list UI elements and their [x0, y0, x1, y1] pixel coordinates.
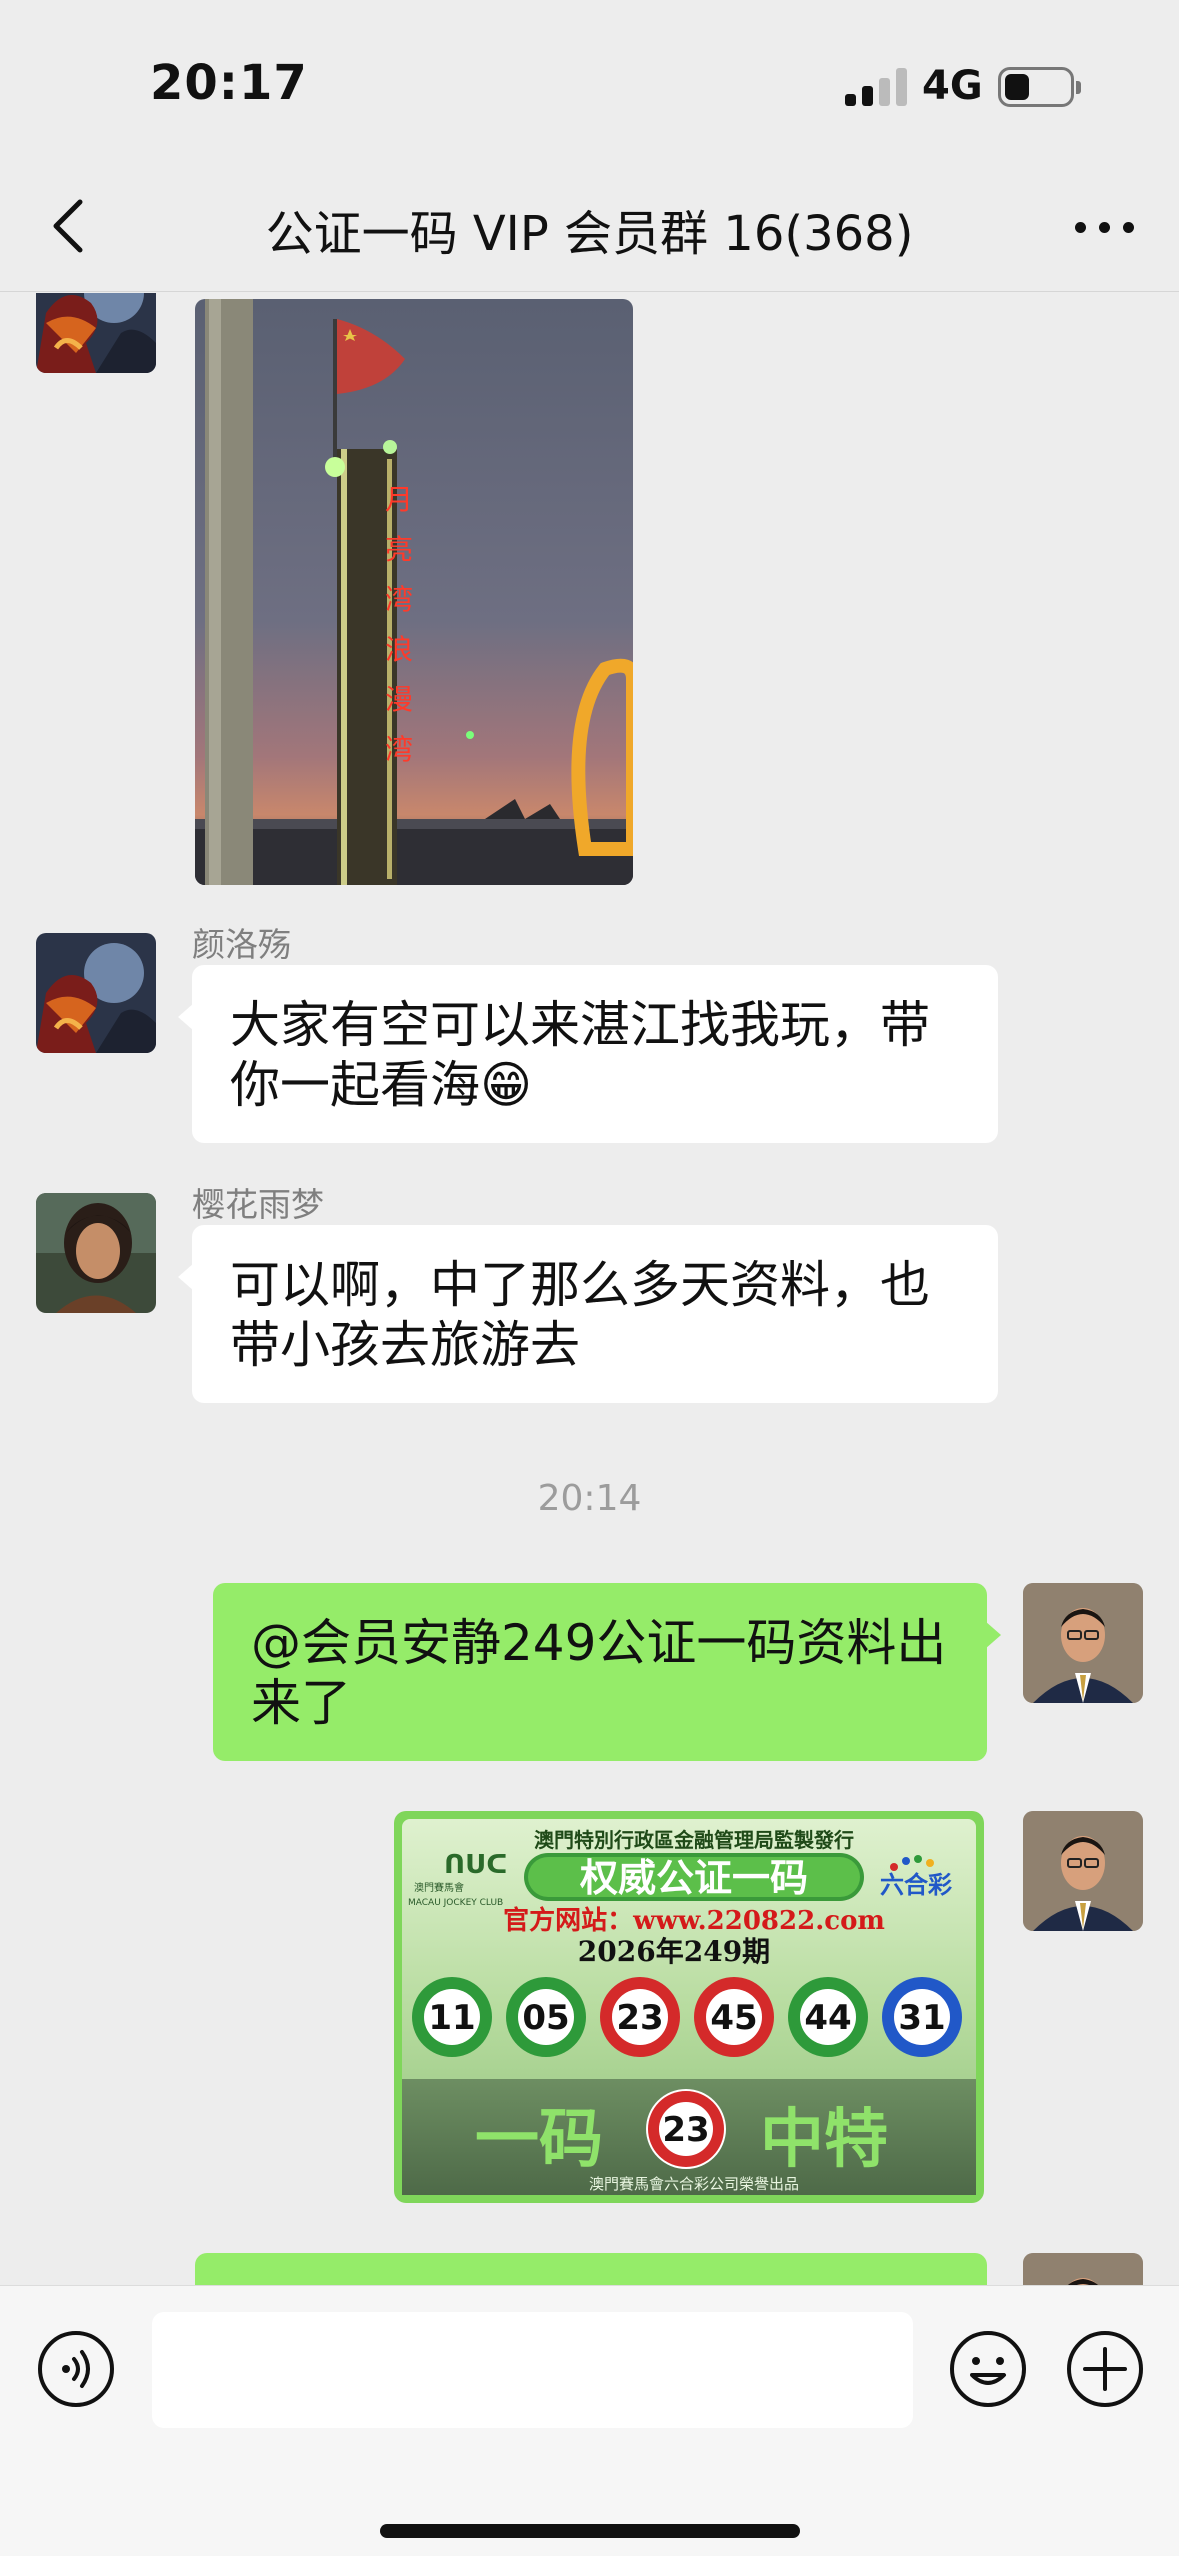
poster-top-line: 澳門特別行政區金融管理局監製發行	[534, 1828, 854, 1852]
emoji-icon	[950, 2331, 1026, 2407]
svg-text:月: 月	[385, 483, 413, 516]
man-in-suit-avatar	[1023, 1583, 1143, 1703]
poster-headline: 权威公证一码	[579, 1856, 808, 1900]
girl-portrait-avatar	[36, 1193, 156, 1313]
number-ball: 45	[694, 1977, 774, 2057]
message-bubble[interactable]: 大家有空可以来湛江找我玩，带你一起看海😁	[178, 965, 998, 1143]
special-number-ball: 23	[646, 2089, 726, 2169]
battery-icon	[998, 67, 1081, 107]
number-ball: 23	[600, 1977, 680, 2057]
more-dots-icon	[1075, 222, 1086, 233]
network-type: 4G	[922, 63, 983, 109]
chat-title: 公证一码 VIP 会员群 16(368)	[265, 206, 914, 262]
avatar[interactable]	[1023, 1811, 1143, 1931]
ball-number: 05	[522, 1998, 569, 2038]
chat-header: 公证一码 VIP 会员群 16(368)	[0, 160, 1179, 292]
message-bubble[interactable]: 可以啊，中了那么多天资料，也带小孩去旅游去	[178, 1225, 998, 1403]
signal-strength-icon	[845, 68, 907, 106]
svg-text:ᑎᑌᑕ: ᑎᑌᑕ	[444, 1850, 507, 1880]
timestamp: 20:14	[537, 1478, 642, 1519]
ball-number: 31	[898, 1998, 945, 2038]
more-functions-button[interactable]	[1065, 2329, 1145, 2409]
svg-text:浪: 浪	[385, 633, 413, 666]
chevron-left-icon	[53, 199, 83, 253]
shared-photo[interactable]: 月 亮 湾 浪 漫 湾	[195, 299, 633, 885]
avatar[interactable]	[36, 1193, 156, 1313]
avatar[interactable]	[36, 933, 156, 1053]
status-bar: 20:17 4G	[0, 0, 1179, 160]
voice-icon	[38, 2331, 114, 2407]
avatar[interactable]	[1023, 1583, 1143, 1703]
svg-text:23: 23	[662, 2110, 709, 2150]
number-ball: 31	[882, 1977, 962, 2057]
poster-special-right: 中特	[760, 2103, 888, 2177]
sender-name: 颜洛殇	[192, 925, 291, 964]
number-ball: 44	[788, 1977, 868, 2057]
ball-number: 44	[804, 1998, 851, 2038]
svg-text:澳門賽馬會: 澳門賽馬會	[414, 1881, 464, 1894]
svg-text:湾: 湾	[385, 733, 413, 766]
svg-text:湾: 湾	[385, 583, 413, 616]
lottery-poster: 澳門特別行政區金融管理局監製發行 ᑎᑌᑕ 澳門賽馬會 MACAU JOCKEY …	[394, 1811, 984, 2203]
plus-icon	[1067, 2331, 1143, 2407]
number-ball: 05	[506, 1977, 586, 2057]
lottery-promo-image[interactable]: 澳門特別行政區金融管理局監製發行 ᑎᑌᑕ 澳門賽馬會 MACAU JOCKEY …	[394, 1811, 984, 2203]
more-button[interactable]	[1073, 200, 1137, 252]
ball-number: 45	[710, 1998, 757, 2038]
ball-number: 23	[616, 1998, 663, 2038]
svg-text:MACAU JOCKEY CLUB: MACAU JOCKEY CLUB	[408, 1898, 503, 1908]
emoji-button[interactable]	[948, 2329, 1028, 2409]
man-in-suit-avatar	[1023, 1811, 1143, 1931]
seaside-sunset-photo: 月 亮 湾 浪 漫 湾	[195, 299, 633, 885]
poster-website: 官方网站：www.220822.com	[503, 1905, 885, 1936]
back-button[interactable]	[42, 194, 102, 258]
dragon-warrior-avatar	[36, 293, 156, 373]
sender-name: 樱花雨梦	[192, 1185, 324, 1224]
poster-issue: 2026年249期	[578, 1935, 770, 1968]
message-bubble[interactable]: @会员安静249公证一码资料出来了	[213, 1583, 1001, 1761]
svg-text:亮: 亮	[385, 533, 413, 566]
status-time: 20:17	[150, 55, 308, 111]
avatar[interactable]	[36, 293, 156, 373]
number-ball: 11	[412, 1977, 492, 2057]
poster-special-left: 一码	[475, 2103, 603, 2177]
poster-footer: 澳門賽馬會六合彩公司榮譽出品	[589, 2175, 799, 2193]
svg-text:六合彩: 六合彩	[880, 1871, 952, 1899]
dragon-warrior-avatar	[36, 933, 156, 1053]
voice-button[interactable]	[36, 2329, 116, 2409]
message-list[interactable]: 月 亮 湾 浪 漫 湾 颜洛殇 大家有空可以来湛江找我玩，带你一起看海😁 樱花雨…	[0, 293, 1179, 2293]
svg-text:漫: 漫	[385, 683, 413, 716]
ball-number: 11	[428, 1998, 475, 2038]
input-bar	[0, 2285, 1179, 2556]
message-input[interactable]	[152, 2312, 913, 2428]
home-indicator[interactable]	[380, 2524, 800, 2538]
